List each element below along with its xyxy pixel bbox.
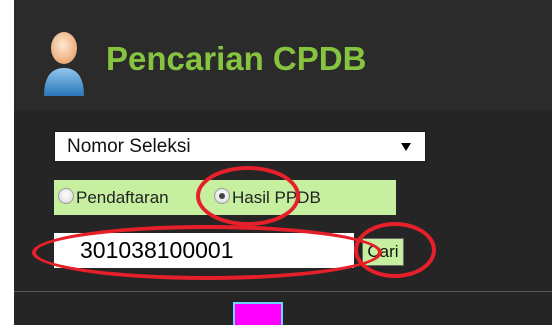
radio-hasil-ppdb[interactable] (214, 188, 230, 204)
page-title: Pencarian CPDB (106, 40, 367, 77)
radio-pendaftaran-label[interactable]: Pendaftaran (76, 188, 169, 208)
magenta-marker (233, 302, 283, 325)
dropdown-arrow-icon (401, 143, 411, 151)
search-type-select[interactable]: Nomor Seleksi (54, 131, 426, 162)
radio-hasil-ppdb-label[interactable]: Hasil PPDB (232, 188, 321, 208)
search-button[interactable]: Cari (362, 238, 404, 266)
search-input[interactable] (54, 233, 354, 268)
panel-divider (14, 291, 552, 292)
user-avatar-icon (44, 32, 84, 96)
radio-pendaftaran[interactable] (58, 188, 74, 204)
search-mode-radio-group: Pendaftaran Hasil PPDB (54, 180, 396, 215)
search-type-selected-value: Nomor Seleksi (67, 136, 191, 157)
search-panel: Pencarian CPDB Nomor Seleksi Pendaftaran… (14, 0, 552, 325)
